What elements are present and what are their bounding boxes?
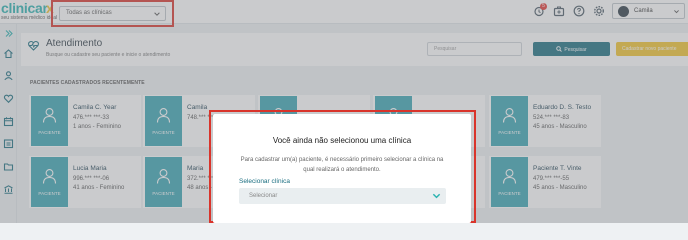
chevron-down-icon <box>432 193 441 199</box>
select-clinic-dropdown[interactable]: Selecionar <box>239 188 446 204</box>
dialog-message: Para cadastrar um(a) paciente, é necessá… <box>240 157 444 173</box>
dialog-title: Você ainda não selecionou uma clínica <box>272 136 412 145</box>
select-clinic-dialog: Você ainda não selecionou uma clínica Pa… <box>213 114 471 223</box>
select-clinic-value: Selecionar <box>249 193 278 199</box>
select-clinic-label: Selecionar clínica <box>239 178 290 185</box>
